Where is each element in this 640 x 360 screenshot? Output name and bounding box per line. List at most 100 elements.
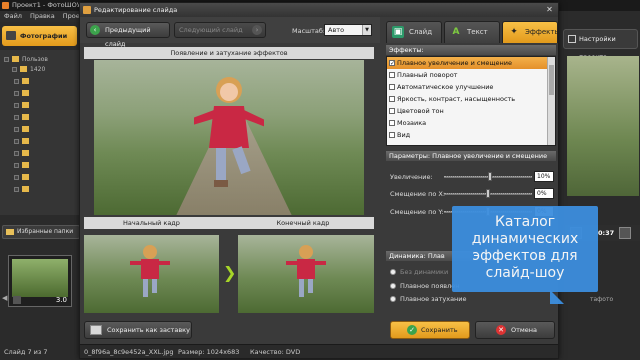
radio-button[interactable]: [390, 269, 396, 275]
dialog-icon: [83, 6, 91, 14]
scale-select[interactable]: Авто ▼: [324, 24, 372, 36]
save-as-screensaver-button[interactable]: Сохранить как заставку: [84, 321, 192, 339]
tab-effects[interactable]: ✦ Эффекты: [502, 21, 560, 43]
effect-label: Автоматическое улучшение: [397, 83, 494, 91]
radio-label: Плавное затухание: [400, 295, 467, 303]
effect-item[interactable]: Яркость, контраст, насыщенность: [387, 93, 547, 105]
slide-preview: [94, 60, 364, 215]
scrollbar-thumb[interactable]: [549, 65, 554, 95]
tab-text[interactable]: A Текст: [444, 21, 500, 43]
menu-edit[interactable]: Правка: [30, 12, 55, 20]
tree-expander-icon: [14, 79, 19, 84]
effect-label: Плавное увеличение и смещение: [397, 59, 512, 67]
arrow-left-icon: ‹: [90, 25, 100, 35]
effects-icon: ✦: [510, 27, 518, 37]
project-preview-image: [567, 56, 639, 196]
effect-item[interactable]: Плавное увеличение и смещение: [387, 57, 547, 70]
playback-time: 0:37: [598, 229, 615, 237]
effect-checkbox[interactable]: [389, 96, 395, 102]
slide-counter: Слайд 7 из 7: [4, 348, 48, 356]
tab-effects-label: Эффекты: [525, 28, 560, 36]
project-settings-button[interactable]: Настройки проекта: [563, 29, 638, 61]
radio-button[interactable]: [390, 296, 396, 302]
params-header: Параметры: Плавное увеличение и смещение: [386, 151, 556, 161]
tab-text-label: Текст: [467, 28, 488, 36]
save-as-screensaver-label: Сохранить как заставку: [107, 326, 190, 334]
tree-expander-icon: [14, 127, 19, 132]
star-icon[interactable]: [13, 296, 21, 304]
check-icon: ✓: [407, 325, 417, 335]
app-title-text: Проект1 - ФотоШОУ: [12, 1, 81, 9]
scale-value: Авто: [328, 26, 345, 34]
tab-slide[interactable]: ▣ Слайд: [386, 21, 442, 43]
effect-item[interactable]: Плавный поворот: [387, 69, 547, 81]
effect-label: Плавный поворот: [397, 71, 458, 79]
previous-slide-button[interactable]: ‹ Предыдущий слайд: [86, 22, 170, 48]
end-frame[interactable]: [238, 235, 374, 313]
folder-icon: [22, 174, 29, 180]
dialog-tabs: ▣ Слайд A Текст ✦ Эффекты: [383, 17, 560, 43]
effect-item[interactable]: Мозаика: [387, 117, 547, 129]
slide-icon: ▣: [392, 26, 404, 38]
effect-label: Вид: [397, 131, 411, 139]
effects-scrollbar[interactable]: [547, 57, 555, 145]
status-filename: 0_8f96a_8c9e452a_XXL.jpg: [84, 348, 174, 356]
folder-icon: [22, 90, 29, 96]
tree-item[interactable]: 1420: [12, 66, 45, 74]
effect-item[interactable]: Автоматическое улучшение: [387, 81, 547, 93]
start-frame[interactable]: [84, 235, 219, 313]
slide-thumbnail[interactable]: 3.0: [8, 255, 72, 307]
folder-icon: [22, 150, 29, 156]
settings-icon: [568, 35, 576, 43]
folder-icon: [22, 102, 29, 108]
effect-checkbox[interactable]: [389, 132, 395, 138]
offset-x-input[interactable]: 0%: [534, 188, 554, 199]
close-icon: ✕: [496, 325, 506, 335]
radio-fade-out[interactable]: Плавное затухание: [390, 294, 467, 304]
photos-icon: [6, 31, 16, 40]
effect-label: Цветовой тон: [397, 107, 444, 115]
end-frame-photo: [286, 245, 326, 297]
slider-handle[interactable]: [486, 189, 490, 198]
arrow-right-icon: ›: [252, 25, 262, 35]
param-label: Смещение по X:: [390, 190, 446, 198]
effect-checkbox[interactable]: [389, 72, 395, 78]
save-button[interactable]: ✓ Сохранить: [390, 321, 470, 339]
app-logo-icon: [2, 2, 9, 9]
close-icon[interactable]: ✕: [544, 5, 555, 15]
cancel-button[interactable]: ✕ Отмена: [475, 321, 555, 339]
preview-title: Появление и затухание эффектов: [84, 47, 374, 59]
effect-checkbox[interactable]: [389, 84, 395, 90]
favorites-folders-button[interactable]: Избранные папки: [2, 225, 80, 239]
callout-bubble: Каталог динамических эффектов для слайд-…: [452, 206, 598, 292]
slider-handle[interactable]: [488, 172, 492, 181]
radio-no-dynamics[interactable]: Без динамики: [390, 267, 448, 277]
fullscreen-button[interactable]: [619, 227, 631, 239]
next-slide-button[interactable]: Следующий слайд ›: [174, 22, 266, 38]
dialog-title: Редактирование слайда: [94, 6, 178, 14]
effect-checkbox[interactable]: [389, 58, 395, 70]
folder-icon: [12, 56, 19, 62]
tree-item[interactable]: Пользов: [4, 56, 48, 64]
status-size: Размер: 1024x683: [178, 348, 240, 356]
effect-checkbox[interactable]: [389, 108, 395, 114]
zoom-value-input[interactable]: 10%: [534, 171, 554, 182]
effect-item[interactable]: Вид: [387, 129, 547, 141]
tree-expander-icon: [14, 115, 19, 120]
scroll-left-icon[interactable]: ◀: [2, 294, 7, 302]
right-photo-label: тафото: [590, 296, 614, 303]
radio-fade-in[interactable]: Плавное появлен: [390, 281, 460, 291]
status-quality: Качество: DVD: [250, 348, 301, 356]
radio-label: Без динамики: [400, 268, 449, 276]
chevron-down-icon: ▼: [362, 25, 371, 35]
tree-expander-icon: [14, 175, 19, 180]
effect-checkbox[interactable]: [389, 120, 395, 126]
effect-item[interactable]: Цветовой тон: [387, 105, 547, 117]
folder-icon: [22, 162, 29, 168]
tree-item-label: 1420: [30, 66, 46, 73]
folder-icon: [22, 138, 29, 144]
tree-expander-icon: [4, 57, 9, 62]
radio-button[interactable]: [390, 283, 396, 289]
tab-photos[interactable]: Фотографии: [2, 26, 77, 46]
menu-file[interactable]: Файл: [4, 12, 22, 20]
